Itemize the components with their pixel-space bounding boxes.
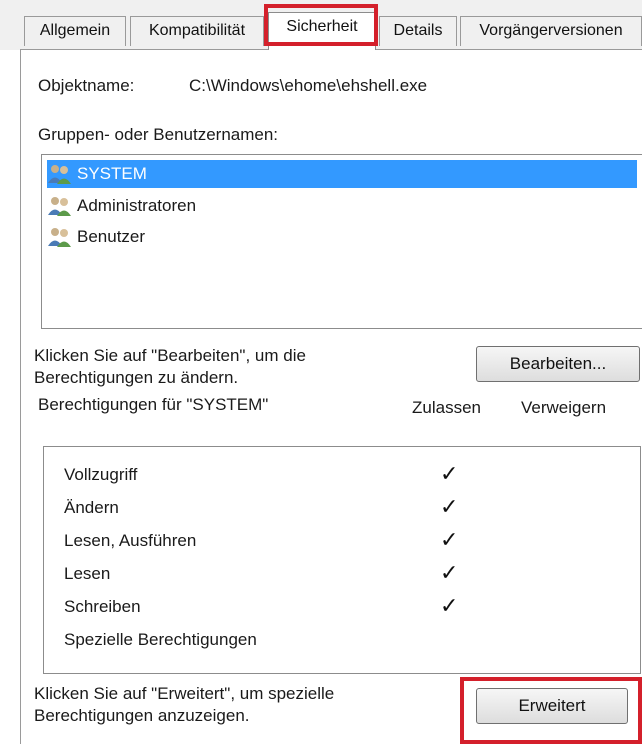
permission-name: Schreiben [64, 597, 141, 616]
user-item-label: Benutzer [77, 227, 146, 246]
col-allow-header: Zulassen [412, 398, 481, 417]
user-item-label: Administratoren [77, 196, 197, 215]
user-item-benutzer[interactable]: Benutzer [47, 223, 145, 251]
tab-kompatibilitaet[interactable]: Kompatibilität [130, 16, 264, 46]
check-icon: ✓ [440, 560, 459, 585]
tab-allgemein[interactable]: Allgemein [24, 16, 126, 46]
user-item-label: SYSTEM [77, 164, 147, 183]
edit-hint-line1: Klicken Sie auf "Bearbeiten", um die [34, 346, 306, 365]
permissions-title: Berechtigungen für "SYSTEM" [38, 395, 269, 414]
check-icon: ✓ [440, 527, 459, 552]
security-panel: Objektname: C:\Windows\ehome\ehshell.exe… [20, 49, 642, 744]
object-name-value: C:\Windows\ehome\ehshell.exe [189, 76, 428, 95]
check-icon: ✓ [440, 494, 459, 519]
permission-name: Lesen, Ausführen [64, 531, 197, 550]
groups-listbox[interactable]: SYSTEM Administratoren Benutzer [41, 154, 642, 329]
edit-hint-line2: Berechtigungen zu ändern. [34, 368, 239, 387]
check-icon: ✓ [440, 593, 459, 618]
permission-name: Vollzugriff [64, 465, 138, 484]
user-group-icon [47, 226, 73, 248]
user-group-icon [47, 195, 73, 217]
permissions-list[interactable]: Vollzugriff ✓ Ändern ✓ Lesen, Ausführen … [43, 446, 641, 674]
advanced-hint-line2: Berechtigungen anzuzeigen. [34, 706, 250, 725]
user-item-system[interactable]: SYSTEM [47, 160, 637, 188]
sicherheit-tab-highlight [264, 4, 378, 46]
edit-button[interactable]: Bearbeiten... [476, 346, 640, 382]
tab-details[interactable]: Details [379, 16, 457, 46]
advanced-hint-line1: Klicken Sie auf "Erweitert", um speziell… [34, 684, 335, 703]
user-group-icon [47, 163, 73, 185]
permission-name: Ändern [64, 498, 119, 517]
user-item-administratoren[interactable]: Administratoren [47, 192, 196, 220]
permission-name: Lesen [64, 564, 111, 583]
groups-label: Gruppen- oder Benutzernamen: [38, 125, 279, 144]
erweitert-button-highlight [460, 677, 642, 744]
check-icon: ✓ [440, 461, 459, 486]
tab-vorgaengerversionen[interactable]: Vorgängerversionen [460, 16, 642, 46]
object-name-label: Objektname: [38, 76, 135, 95]
permission-name: Spezielle Berechtigungen [64, 630, 257, 649]
col-deny-header: Verweigern [521, 398, 607, 417]
